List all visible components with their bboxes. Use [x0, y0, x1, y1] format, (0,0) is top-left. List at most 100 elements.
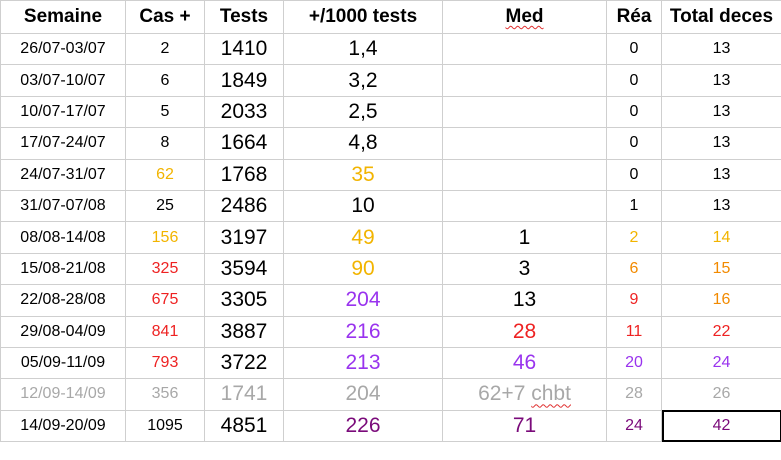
cell-rea[interactable]: 9 [606, 284, 662, 317]
cell-cases[interactable]: 156 [125, 221, 205, 254]
cell-tests[interactable]: 1768 [204, 158, 284, 191]
header-rea[interactable]: Réa [606, 0, 662, 34]
cell-ratio[interactable]: 213 [283, 346, 443, 380]
cell-rea[interactable]: 6 [606, 252, 662, 286]
cell-med[interactable] [442, 32, 607, 66]
cell-week[interactable]: 29/08-04/09 [0, 315, 126, 348]
cell-week[interactable]: 14/09-20/09 [0, 409, 126, 443]
cell-med[interactable]: 71 [442, 409, 607, 443]
cell-tests[interactable]: 3722 [204, 346, 284, 380]
cell-med[interactable]: 1 [442, 221, 607, 254]
cell-ratio[interactable]: 10 [283, 189, 443, 223]
cell-tests[interactable]: 4851 [204, 409, 284, 443]
cell-week[interactable]: 31/07-07/08 [0, 189, 126, 223]
cell-med[interactable]: 3 [442, 252, 607, 286]
cell-cases[interactable]: 325 [125, 252, 205, 286]
cell-week[interactable]: 24/07-31/07 [0, 158, 126, 191]
cell-cases[interactable]: 25 [125, 189, 205, 223]
cell-week[interactable]: 10/07-17/07 [0, 95, 126, 129]
cell-med[interactable] [442, 189, 607, 223]
cell-ratio[interactable]: 216 [283, 315, 443, 348]
cell-cases[interactable]: 356 [125, 378, 205, 411]
cell-ratio[interactable]: 2,5 [283, 95, 443, 129]
cell-deaths[interactable]: 14 [661, 221, 781, 254]
header-cases[interactable]: Cas + [125, 0, 205, 34]
cell-rea[interactable]: 20 [606, 346, 662, 380]
cell-rea[interactable]: 0 [606, 95, 662, 129]
cell-deaths[interactable]: 13 [661, 158, 781, 191]
cell-ratio[interactable]: 204 [283, 378, 443, 411]
cell-cases[interactable]: 841 [125, 315, 205, 348]
cell-deaths[interactable]: 15 [661, 252, 781, 286]
cell-week[interactable]: 05/09-11/09 [0, 346, 126, 380]
cell-rea[interactable]: 0 [606, 158, 662, 191]
cell-med[interactable]: 13 [442, 284, 607, 317]
cell-cases[interactable]: 6 [125, 64, 205, 97]
header-ratio[interactable]: +/1000 tests [283, 0, 443, 34]
cell-cases[interactable]: 62 [125, 158, 205, 191]
cell-rea[interactable]: 0 [606, 64, 662, 97]
table-row: 14/09-20/09 1095 4851 226 71 24 42 [0, 409, 781, 443]
cell-tests[interactable]: 1410 [204, 32, 284, 66]
cell-med[interactable]: 46 [442, 346, 607, 380]
cell-cases[interactable]: 793 [125, 346, 205, 380]
cell-deaths[interactable]: 13 [661, 95, 781, 129]
cell-tests[interactable]: 2486 [204, 189, 284, 223]
cell-cases[interactable]: 1095 [125, 409, 205, 443]
cell-week[interactable]: 17/07-24/07 [0, 127, 126, 160]
cell-cases[interactable]: 2 [125, 32, 205, 66]
cell-rea[interactable]: 2 [606, 221, 662, 254]
header-row: Semaine Cas + Tests +/1000 tests Med Réa… [0, 0, 781, 34]
header-deaths[interactable]: Total deces [661, 0, 781, 34]
cell-rea[interactable]: 11 [606, 315, 662, 348]
cell-med[interactable] [442, 95, 607, 129]
cell-rea[interactable]: 0 [606, 32, 662, 66]
cell-deaths[interactable]: 13 [661, 127, 781, 160]
cell-deaths[interactable]: 13 [661, 32, 781, 66]
header-tests[interactable]: Tests [204, 0, 284, 34]
cell-rea[interactable]: 1 [606, 189, 662, 223]
cell-cases[interactable]: 5 [125, 95, 205, 129]
cell-tests[interactable]: 3197 [204, 221, 284, 254]
cell-cases[interactable]: 675 [125, 284, 205, 317]
cell-ratio[interactable]: 1,4 [283, 32, 443, 66]
cell-rea[interactable]: 24 [606, 409, 662, 443]
cell-ratio[interactable]: 90 [283, 252, 443, 286]
cell-week[interactable]: 12/09-14/09 [0, 378, 126, 411]
cell-tests[interactable]: 1664 [204, 127, 284, 160]
cell-tests[interactable]: 3305 [204, 284, 284, 317]
cell-ratio[interactable]: 204 [283, 284, 443, 317]
cell-tests[interactable]: 2033 [204, 95, 284, 129]
cell-med[interactable] [442, 127, 607, 160]
cell-deaths[interactable]: 16 [661, 284, 781, 317]
cell-week[interactable]: 22/08-28/08 [0, 284, 126, 317]
cell-ratio[interactable]: 4,8 [283, 127, 443, 160]
cell-tests[interactable]: 1849 [204, 64, 284, 97]
cell-deaths[interactable]: 13 [661, 64, 781, 97]
cell-deaths[interactable]: 22 [661, 315, 781, 348]
cell-cases[interactable]: 8 [125, 127, 205, 160]
cell-week[interactable]: 26/07-03/07 [0, 32, 126, 66]
cell-deaths[interactable]: 24 [661, 346, 781, 380]
cell-deaths[interactable]: 26 [661, 378, 781, 411]
cell-tests[interactable]: 1741 [204, 378, 284, 411]
cell-ratio[interactable]: 226 [283, 409, 443, 443]
cell-med[interactable] [442, 64, 607, 97]
cell-tests[interactable]: 3594 [204, 252, 284, 286]
cell-med[interactable]: 28 [442, 315, 607, 348]
cell-rea[interactable]: 0 [606, 127, 662, 160]
cell-week[interactable]: 08/08-14/08 [0, 221, 126, 254]
cell-ratio[interactable]: 35 [283, 158, 443, 191]
cell-tests[interactable]: 3887 [204, 315, 284, 348]
cell-ratio[interactable]: 3,2 [283, 64, 443, 97]
cell-rea[interactable]: 28 [606, 378, 662, 411]
cell-week[interactable]: 15/08-21/08 [0, 252, 126, 286]
cell-deaths-selected[interactable]: 42 [661, 409, 781, 443]
header-week[interactable]: Semaine [0, 0, 126, 34]
cell-week[interactable]: 03/07-10/07 [0, 64, 126, 97]
cell-deaths[interactable]: 13 [661, 189, 781, 223]
header-med[interactable]: Med [442, 0, 607, 34]
cell-ratio[interactable]: 49 [283, 221, 443, 254]
cell-med[interactable]: 62+7 chbt [442, 378, 607, 411]
cell-med[interactable] [442, 158, 607, 191]
